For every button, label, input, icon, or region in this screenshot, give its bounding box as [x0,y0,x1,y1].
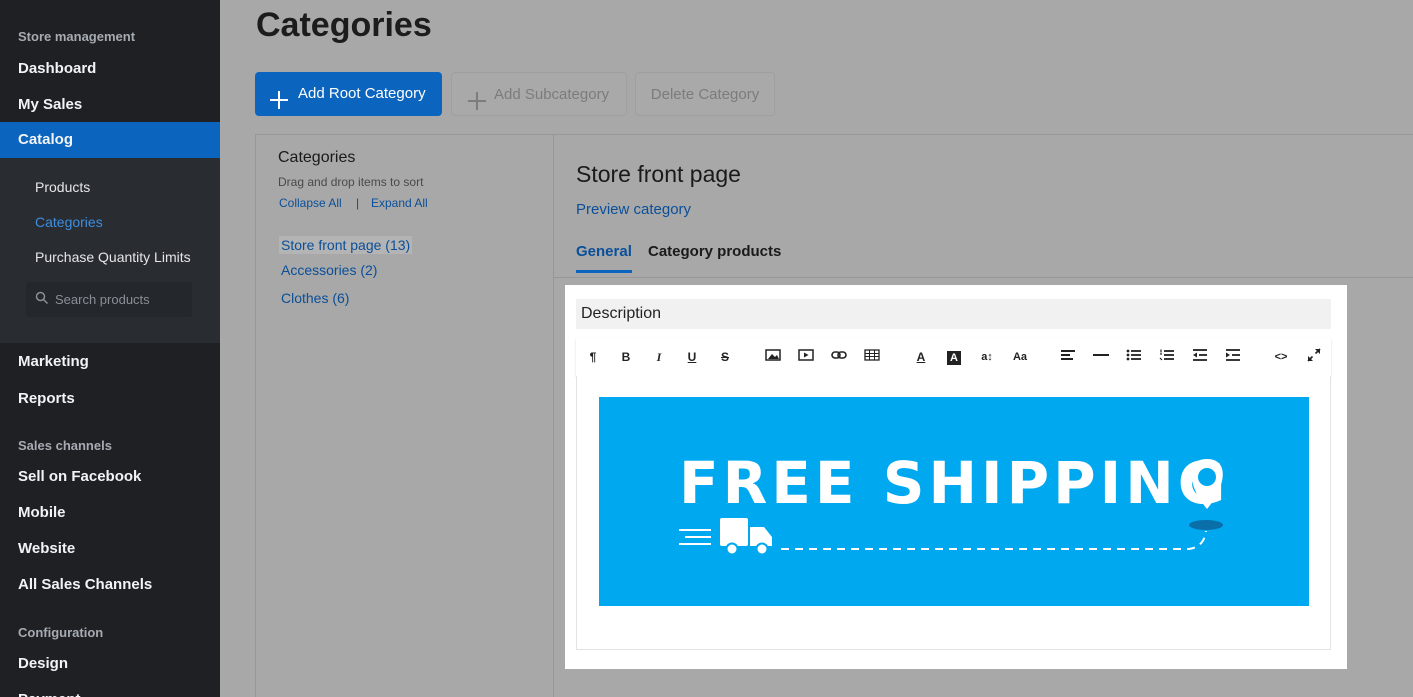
fullscreen-icon[interactable] [1305,348,1323,366]
unordered-list-icon[interactable] [1125,348,1143,366]
sidebar-item-sell-on-facebook[interactable]: Sell on Facebook [0,459,220,495]
code-view-icon[interactable]: <> [1272,348,1290,366]
sidebar-subitem-products[interactable]: Products [35,179,90,195]
background-color-icon[interactable]: A [945,348,963,366]
sidebar-subitem-categories[interactable]: Categories [35,214,103,230]
strikethrough-icon[interactable]: S [716,348,734,366]
sidebar-item-catalog[interactable]: Catalog [0,122,220,158]
add-subcategory-label: Add Subcategory [494,86,610,103]
sidebar-item-mobile[interactable]: Mobile [0,495,220,531]
description-editor-card: Description ¶ B I U S A A a↕ Aa <> FREE … [565,285,1347,669]
sidebar: Store management Dashboard My Sales Cata… [0,0,220,697]
category-tree-panel: Categories Drag and drop items to sort C… [255,134,554,697]
outdent-icon[interactable] [1191,348,1209,366]
link-separator: | [356,196,360,210]
delete-category-button[interactable]: Delete Category [635,72,775,116]
search-icon [35,291,49,310]
search-products-placeholder: Search products [55,292,150,307]
tab-general[interactable]: General [576,243,632,273]
table-icon[interactable] [863,348,881,366]
tree-item-store-front-page[interactable]: Store front page (13) [279,236,413,254]
link-icon[interactable] [830,348,848,366]
plus-icon [269,84,289,128]
bold-icon[interactable]: B [617,348,635,366]
sidebar-section-sales-channels: Sales channels [18,438,112,453]
sidebar-section-configuration: Configuration [18,625,104,640]
banner-text: FREE SHIPPING [679,449,1229,517]
font-color-icon[interactable]: A [912,348,930,366]
editor-toolbar: ¶ B I U S A A a↕ Aa <> [576,338,1331,376]
ordered-list-icon[interactable] [1158,348,1176,366]
sidebar-item-all-sales-channels[interactable]: All Sales Channels [0,567,220,603]
tree-item-accessories[interactable]: Accessories (2) [279,261,379,279]
align-icon[interactable] [1059,348,1077,366]
image-icon[interactable] [764,348,782,366]
tabs-divider [554,277,1413,278]
sidebar-item-dashboard[interactable]: Dashboard [0,51,220,87]
video-icon[interactable] [797,348,815,366]
description-editor-area[interactable]: FREE SHIPPING [576,376,1331,650]
italic-icon[interactable]: I [650,348,668,366]
sidebar-section-store-management: Store management [18,29,136,44]
sidebar-item-payment[interactable]: Payment [0,682,220,697]
font-family-icon[interactable]: Aa [1011,348,1029,366]
category-title: Store front page [576,161,741,187]
tab-category-products[interactable]: Category products [648,243,781,260]
search-products-input[interactable]: Search products [26,282,192,317]
add-subcategory-button[interactable]: Add Subcategory [451,72,627,116]
sidebar-item-marketing[interactable]: Marketing [0,344,220,380]
preview-category-link[interactable]: Preview category [576,201,691,218]
indent-icon[interactable] [1224,348,1242,366]
page-title: Categories [256,6,432,44]
font-size-icon[interactable]: a↕ [978,348,996,366]
sidebar-item-design[interactable]: Design [0,646,220,682]
expand-all-link[interactable]: Expand All [371,196,428,210]
tree-panel-title: Categories [278,149,356,166]
horizontal-rule-icon[interactable] [1092,348,1110,366]
plus-icon [467,85,487,129]
collapse-all-link[interactable]: Collapse All [279,196,342,210]
sidebar-item-my-sales[interactable]: My Sales [0,87,220,123]
description-label: Description [576,299,1331,329]
paragraph-icon[interactable]: ¶ [584,348,602,366]
add-root-category-label: Add Root Category [298,85,426,102]
sidebar-item-website[interactable]: Website [0,531,220,567]
sidebar-item-reports[interactable]: Reports [0,381,220,417]
tree-item-clothes[interactable]: Clothes (6) [279,289,351,307]
underline-icon[interactable]: U [683,348,701,366]
free-shipping-banner-image[interactable]: FREE SHIPPING [599,397,1309,606]
add-root-category-button[interactable]: Add Root Category [255,72,442,116]
tree-panel-hint: Drag and drop items to sort [278,175,424,189]
sidebar-subitem-purchase-quantity-limits[interactable]: Purchase Quantity Limits [35,249,191,265]
